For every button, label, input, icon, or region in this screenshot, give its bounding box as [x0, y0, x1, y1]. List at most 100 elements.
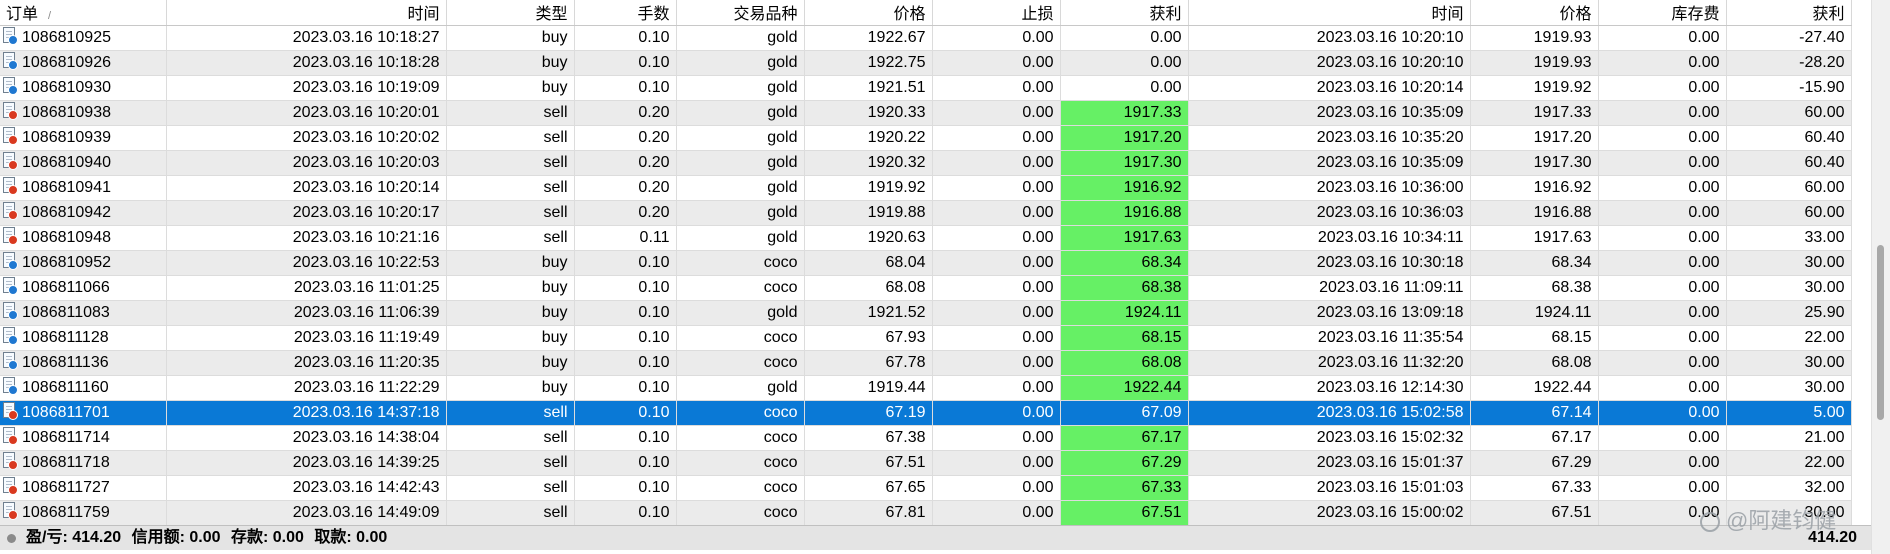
table-row[interactable]: 1086810942 2023.03.16 10:20:17 sell 0.20 gol… — [0, 200, 1852, 226]
header-close-time[interactable]: 时间 — [1188, 0, 1471, 26]
cell-close-time: 2023.03.16 13:09:18 — [1188, 300, 1471, 326]
cell-swap: 0.00 — [1598, 350, 1727, 376]
cell-close-price: 67.17 — [1470, 425, 1599, 451]
cell-price: 68.08 — [804, 275, 933, 301]
cell-close-time: 2023.03.16 15:02:32 — [1188, 425, 1471, 451]
table-row[interactable]: 1086810948 2023.03.16 10:21:16 sell 0.11 gol… — [0, 225, 1852, 251]
header-profit[interactable]: 获利 — [1726, 0, 1852, 26]
cell-take-profit: 1917.30 — [1060, 150, 1189, 176]
cell-type: buy — [446, 250, 575, 276]
cell-type: buy — [446, 275, 575, 301]
cell-price: 1919.92 — [804, 175, 933, 201]
header-take-profit[interactable]: 获利 — [1060, 0, 1189, 26]
cell-swap: 0.00 — [1598, 325, 1727, 351]
cell-close-price: 68.08 — [1470, 350, 1599, 376]
cell-profit: 30.00 — [1726, 275, 1852, 301]
header-price[interactable]: 价格 — [804, 0, 933, 26]
cell-close-price: 67.33 — [1470, 475, 1599, 501]
cell-type: sell — [446, 425, 575, 451]
cell-close-price: 1919.92 — [1470, 75, 1599, 101]
cell-close-time: 2023.03.16 10:34:11 — [1188, 225, 1471, 251]
cell-take-profit: 67.33 — [1060, 475, 1189, 501]
sell-order-icon — [3, 477, 18, 496]
header-symbol[interactable]: 交易品种 — [676, 0, 805, 26]
order-number: 1086810939 — [22, 128, 111, 146]
vertical-scrollbar[interactable] — [1871, 0, 1890, 554]
order-number: 1086810926 — [22, 53, 111, 71]
order-number: 1086811727 — [22, 478, 110, 496]
table-row[interactable]: 1086811066 2023.03.16 11:01:25 buy 0.10 coco… — [0, 275, 1852, 301]
cell-take-profit: 68.38 — [1060, 275, 1189, 301]
cell-open-time: 2023.03.16 11:01:25 — [166, 275, 447, 301]
table-row[interactable]: 1086811759 2023.03.16 14:49:09 sell 0.10 coc… — [0, 500, 1852, 525]
table-row[interactable]: 1086811714 2023.03.16 14:38:04 sell 0.10 coc… — [0, 425, 1852, 451]
cell-close-time: 2023.03.16 10:20:10 — [1188, 50, 1471, 76]
table-row[interactable]: 1086810940 2023.03.16 10:20:03 sell 0.20 gol… — [0, 150, 1852, 176]
header-order[interactable]: 订单 / — [0, 0, 167, 26]
table-row[interactable]: 1086811083 2023.03.16 11:06:39 buy 0.10 gold… — [0, 300, 1852, 326]
buy-order-icon — [3, 327, 18, 346]
cell-symbol: gold — [676, 300, 805, 326]
account-summary-bar: 盈/亏: 414.20 信用额: 0.00 存款: 0.00 取款: 0.00 … — [0, 525, 1871, 550]
order-number: 1086811136 — [22, 353, 109, 371]
cell-swap: 0.00 — [1598, 125, 1727, 151]
header-stop-loss[interactable]: 止损 — [932, 0, 1061, 26]
header-type[interactable]: 类型 — [446, 0, 575, 26]
table-row[interactable]: 1086810926 2023.03.16 10:18:28 buy 0.10 gold… — [0, 50, 1852, 76]
order-number: 1086811759 — [22, 503, 110, 521]
cell-swap: 0.00 — [1598, 100, 1727, 126]
cell-close-time: 2023.03.16 15:00:02 — [1188, 500, 1471, 525]
cell-order: 1086810925 — [0, 25, 167, 51]
cell-price: 67.78 — [804, 350, 933, 376]
cell-swap: 0.00 — [1598, 50, 1727, 76]
cell-close-price: 67.29 — [1470, 450, 1599, 476]
scrollbar-thumb[interactable] — [1877, 245, 1884, 420]
cell-profit: -27.40 — [1726, 25, 1852, 51]
table-row[interactable]: 1086811128 2023.03.16 11:19:49 buy 0.10 coco… — [0, 325, 1852, 351]
cell-order: 1086811718 — [0, 450, 167, 476]
cell-stop-loss: 0.00 — [932, 75, 1061, 101]
table-row[interactable]: 1086810938 2023.03.16 10:20:01 sell 0.20 gol… — [0, 100, 1852, 126]
cell-close-time: 2023.03.16 10:20:14 — [1188, 75, 1471, 101]
cell-take-profit: 68.08 — [1060, 350, 1189, 376]
buy-order-icon — [3, 77, 18, 96]
cell-lots: 0.20 — [574, 150, 677, 176]
cell-order: 1086811160 — [0, 375, 167, 401]
cell-profit: 33.00 — [1726, 225, 1852, 251]
cell-stop-loss: 0.00 — [932, 225, 1061, 251]
table-row[interactable]: 1086810925 2023.03.16 10:18:27 buy 0.10 gold… — [0, 25, 1852, 51]
table-row[interactable]: 1086811701 2023.03.16 14:37:18 sell 0.10 coc… — [0, 400, 1852, 426]
table-row[interactable]: 1086810939 2023.03.16 10:20:02 sell 0.20 gol… — [0, 125, 1852, 151]
table-row[interactable]: 1086811718 2023.03.16 14:39:25 sell 0.10 coc… — [0, 450, 1852, 476]
cell-take-profit: 1922.44 — [1060, 375, 1189, 401]
cell-close-time: 2023.03.16 10:35:20 — [1188, 125, 1471, 151]
cell-type: sell — [446, 175, 575, 201]
cell-profit: -28.20 — [1726, 50, 1852, 76]
table-row[interactable]: 1086810952 2023.03.16 10:22:53 buy 0.10 coco… — [0, 250, 1852, 276]
watermark-logo-icon — [1700, 512, 1720, 533]
cell-swap: 0.00 — [1598, 150, 1727, 176]
header-lots[interactable]: 手数 — [574, 0, 677, 26]
table-row[interactable]: 1086811727 2023.03.16 14:42:43 sell 0.10 coc… — [0, 475, 1852, 501]
cell-type: buy — [446, 325, 575, 351]
table-row[interactable]: 1086810930 2023.03.16 10:19:09 buy 0.10 gold… — [0, 75, 1852, 101]
cell-lots: 0.10 — [574, 500, 677, 525]
table-row[interactable]: 1086811136 2023.03.16 11:20:35 buy 0.10 coco… — [0, 350, 1852, 376]
cell-symbol: coco — [676, 325, 805, 351]
cell-take-profit: 1917.33 — [1060, 100, 1189, 126]
trade-history-window: 订单 / 时间 类型 手数 交易品种 价格 止损 获利 时间 价格 库存费 获利 … — [0, 0, 1890, 554]
cell-open-time: 2023.03.16 10:18:28 — [166, 50, 447, 76]
cell-open-time: 2023.03.16 10:22:53 — [166, 250, 447, 276]
header-open-time[interactable]: 时间 — [166, 0, 447, 26]
cell-open-time: 2023.03.16 14:49:09 — [166, 500, 447, 525]
cell-profit: 60.40 — [1726, 150, 1852, 176]
cell-lots: 0.10 — [574, 475, 677, 501]
table-row[interactable]: 1086811160 2023.03.16 11:22:29 buy 0.10 gold… — [0, 375, 1852, 401]
cell-close-time: 2023.03.16 10:35:09 — [1188, 150, 1471, 176]
header-close-price[interactable]: 价格 — [1470, 0, 1599, 26]
cell-order: 1086811128 — [0, 325, 167, 351]
table-row[interactable]: 1086810941 2023.03.16 10:20:14 sell 0.20 gol… — [0, 175, 1852, 201]
cell-close-time: 2023.03.16 11:35:54 — [1188, 325, 1471, 351]
cell-swap: 0.00 — [1598, 400, 1727, 426]
header-swap[interactable]: 库存费 — [1598, 0, 1727, 26]
